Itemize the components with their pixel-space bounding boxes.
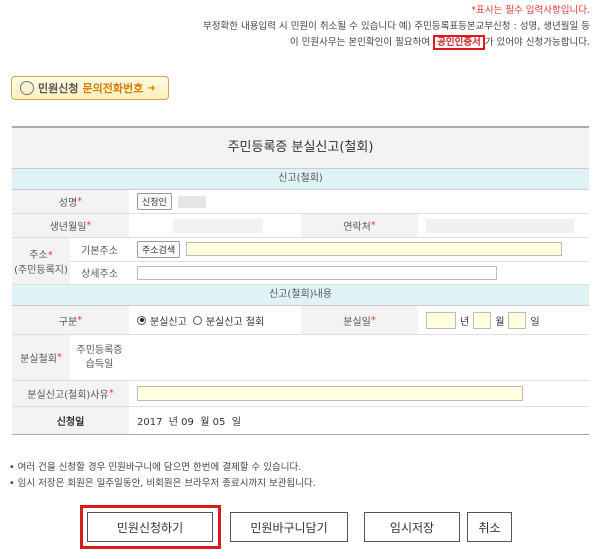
withdraw-row: 분실철회 * 주민등록증 습득일 bbox=[12, 335, 589, 381]
accuracy-notice-text: 부정확한 내용입력 시 민원이 취소될 수 있습니다 예) 주민등록표등본교부신… bbox=[202, 21, 590, 32]
option-withdraw-label: 분실신고 철회 bbox=[205, 316, 265, 328]
reason-row: 분실신고(철회)사유 * bbox=[12, 381, 589, 407]
lost-month-input[interactable] bbox=[473, 311, 492, 329]
unit-month: 월 bbox=[495, 316, 505, 328]
birth-redacted bbox=[173, 218, 263, 233]
apply-date-value: 2017 년 09 월 05 일 bbox=[137, 417, 241, 428]
basic-address-input[interactable] bbox=[186, 242, 563, 257]
contact-label: 연락처 * bbox=[301, 214, 418, 237]
basic-address-value: 주소검색 bbox=[129, 238, 589, 261]
notes: • 여러 건을 신청할 경우 민원바구니에 담으면 한번에 결제할 수 있습니다… bbox=[9, 460, 316, 492]
note-temp-save: • 임시 저장은 회원은 일주일동안, 비회원은 브라우저 종료시까지 보관됩니… bbox=[9, 478, 316, 489]
apply-date-label: 신청일 bbox=[12, 407, 129, 434]
address-search-button[interactable]: 주소검색 bbox=[137, 240, 181, 258]
required-notice-text: *표시는 필수 입력사항입니다. bbox=[471, 5, 590, 16]
name-redacted bbox=[177, 195, 206, 208]
phone-icon bbox=[20, 81, 34, 95]
certificate-notice-post: 가 있어야 신청가능합니다. bbox=[484, 37, 590, 48]
certificate-notice: 이 민원사무는 본인확인이 필요하여 공인인증서 가 있어야 신청가능합니다. bbox=[290, 35, 590, 51]
type-label: 구분 * bbox=[12, 306, 129, 334]
reason-value bbox=[129, 381, 589, 406]
address-row: 주소* (주민등록지) 기본주소 주소검색 상세주소 bbox=[12, 238, 589, 285]
contact-value bbox=[418, 214, 589, 237]
certificate-notice-pre: 이 민원사무는 본인확인이 필요하여 bbox=[289, 37, 431, 48]
detail-address-label: 상세주소 bbox=[70, 261, 129, 284]
apply-date-row: 신청일 2017 년 09 월 05 일 bbox=[12, 407, 589, 435]
basic-address-label: 기본주소 bbox=[70, 238, 129, 261]
address-label: 주소* (주민등록지) bbox=[12, 238, 70, 284]
detail-address-input[interactable] bbox=[137, 265, 497, 280]
temp-save-button[interactable]: 임시저장 bbox=[364, 512, 460, 542]
birth-value bbox=[129, 214, 301, 237]
type-value: 분실신고 분실신고 철회 bbox=[129, 306, 301, 334]
type-row: 구분 * 분실신고 분실신고 철회 분실일 * 년 월 일 bbox=[12, 306, 589, 335]
birth-label: 생년월일 * bbox=[12, 214, 129, 237]
detail-address-value bbox=[129, 262, 589, 285]
contact-phone-button[interactable]: 민원신청 문의전화번호 ➜ bbox=[11, 76, 169, 100]
unit-year: 년 bbox=[460, 316, 470, 328]
application-form: 주민등록증 분실신고(철회) 신고(철회) 성명 * 신청인 생년월일 * 연락처 *… bbox=[12, 126, 589, 435]
accuracy-notice: 부정확한 내용입력 시 민원이 취소될 수 있습니다 예) 주민등록표등본교부신… bbox=[203, 19, 590, 35]
cancel-button[interactable]: 취소 bbox=[467, 512, 512, 542]
applicant-button[interactable]: 신청인 bbox=[137, 193, 172, 210]
section-report: 신고(철회) bbox=[12, 169, 589, 190]
apply-button[interactable]: 민원신청하기 bbox=[87, 512, 213, 542]
birth-contact-row: 생년월일 * 연락처 * bbox=[12, 214, 589, 238]
lost-date-value: 년 월 일 bbox=[418, 306, 589, 334]
contact-label-a: 민원신청 bbox=[38, 82, 79, 95]
lost-year-input[interactable] bbox=[426, 311, 456, 329]
contact-label-b: 문의전화번호 bbox=[82, 82, 144, 95]
name-row: 성명 * 신청인 bbox=[12, 190, 589, 214]
radio-lost[interactable] bbox=[137, 315, 146, 325]
lost-date-label: 분실일 * bbox=[301, 306, 418, 334]
reason-input[interactable] bbox=[137, 386, 523, 401]
id-acquired-value bbox=[129, 335, 589, 380]
lost-day-input[interactable] bbox=[508, 311, 527, 329]
name-value: 신청인 bbox=[129, 190, 589, 213]
radio-withdraw[interactable] bbox=[192, 315, 202, 325]
id-acquired-label: 주민등록증 습득일 bbox=[70, 335, 129, 380]
arrow-right-icon: ➜ bbox=[147, 82, 156, 94]
section-report-content: 신고(철회)내용 bbox=[12, 285, 589, 306]
withdraw-label: 분실철회 * bbox=[12, 335, 70, 380]
reason-label: 분실신고(철회)사유 * bbox=[12, 381, 129, 406]
unit-day: 일 bbox=[530, 316, 540, 328]
basket-button[interactable]: 민원바구니담기 bbox=[230, 512, 348, 542]
required-notice: *표시는 필수 입력사항입니다. bbox=[471, 3, 590, 19]
form-title: 주민등록증 분실신고(철회) bbox=[12, 128, 589, 169]
name-label: 성명 * bbox=[12, 190, 129, 213]
contact-redacted bbox=[426, 218, 574, 233]
note-basket: • 여러 건을 신청할 경우 민원바구니에 담으면 한번에 결제할 수 있습니다… bbox=[9, 462, 302, 473]
option-lost-label: 분실신고 bbox=[150, 316, 187, 328]
certificate-highlight: 공인인증서 bbox=[433, 35, 485, 50]
